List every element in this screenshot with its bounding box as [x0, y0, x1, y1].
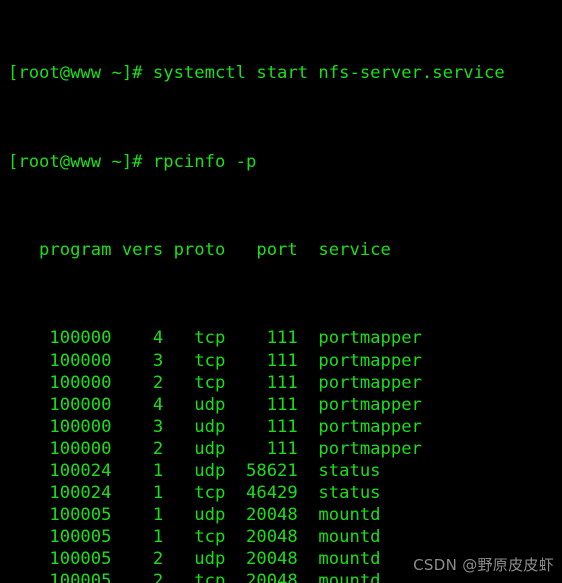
table-row: 100000 4 udp 111 portmapper: [8, 394, 422, 415]
table-row: 100005 1 tcp 20048 mountd: [8, 527, 381, 548]
table-row: 100024 1 tcp 46429 status: [8, 483, 381, 504]
table-row: 100024 1 udp 58621 status: [8, 460, 381, 481]
rpcinfo-table: 100000 4 tcp 111 portmapper 100000 3 tcp…: [8, 327, 505, 583]
command-line-rpcinfo: [root@www ~]# rpcinfo -p: [8, 151, 257, 172]
table-row: 100000 2 udp 111 portmapper: [8, 438, 422, 459]
csdn-watermark: CSDN @野原皮皮虾: [413, 555, 554, 574]
table-row: 100000 3 udp 111 portmapper: [8, 416, 422, 437]
table-row: 100000 4 tcp 111 portmapper: [8, 328, 422, 349]
table-row: 100000 3 tcp 111 portmapper: [8, 350, 422, 371]
table-header-row: program vers proto port service: [8, 240, 391, 261]
terminal-screen: [root@www ~]# systemctl start nfs-server…: [8, 0, 505, 583]
command-line-systemctl: [root@www ~]# systemctl start nfs-server…: [8, 63, 505, 84]
terminal-window[interactable]: [root@www ~]# systemctl start nfs-server…: [0, 0, 562, 583]
table-row: 100005 1 udp 20048 mountd: [8, 505, 381, 526]
table-row: 100000 2 tcp 111 portmapper: [8, 372, 422, 393]
